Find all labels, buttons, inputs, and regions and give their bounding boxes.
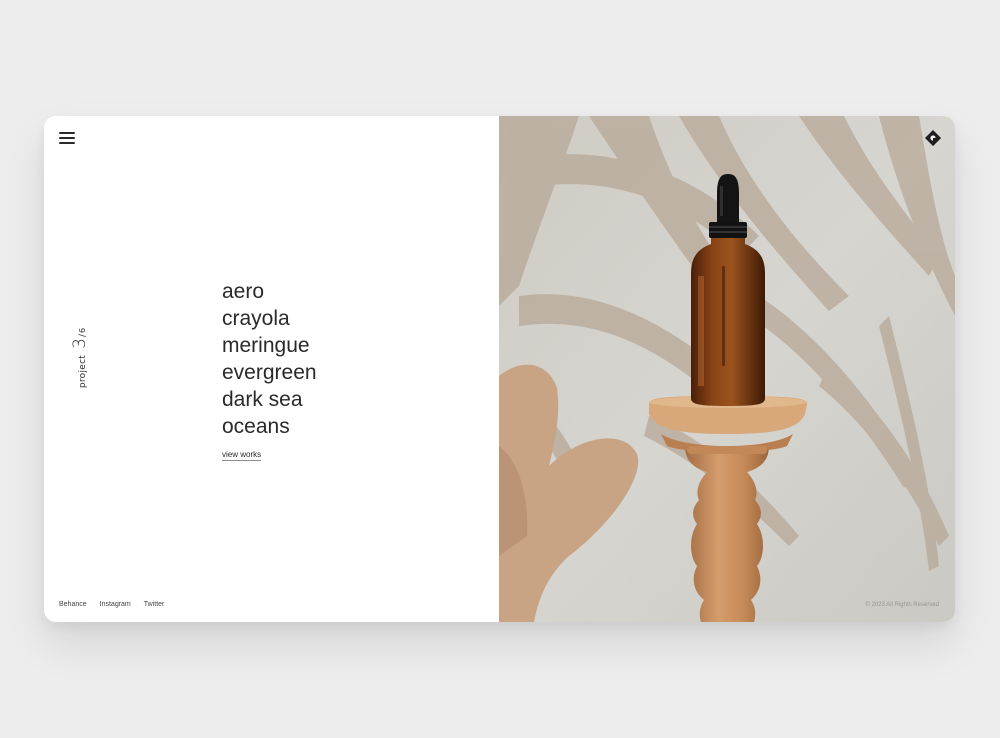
project-item-dark-sea[interactable]: dark sea <box>222 386 317 413</box>
left-panel: project 3/6 aero crayola meringue evergre… <box>44 116 499 622</box>
hero-image: © 2023 All Rights Reserved <box>499 116 955 622</box>
project-item-aero[interactable]: aero <box>222 278 317 305</box>
project-list: aero crayola meringue evergreen dark sea… <box>222 278 317 440</box>
menu-line <box>59 142 75 144</box>
project-item-meringue[interactable]: meringue <box>222 332 317 359</box>
view-works-link[interactable]: view works <box>222 450 262 461</box>
social-links: Behance Instagram Twitter <box>59 601 164 608</box>
project-item-oceans[interactable]: oceans <box>222 413 317 440</box>
menu-line <box>59 137 75 139</box>
project-item-evergreen[interactable]: evergreen <box>222 359 317 386</box>
hamburger-menu-icon[interactable] <box>59 132 75 144</box>
menu-line <box>59 132 75 134</box>
social-link-behance[interactable]: Behance <box>59 601 87 608</box>
counter-current: 3 <box>70 337 90 349</box>
social-link-instagram[interactable]: Instagram <box>100 601 131 608</box>
product-photo <box>499 116 955 622</box>
diamond-logo-icon[interactable] <box>925 130 941 146</box>
counter-label: project <box>78 354 88 389</box>
counter-separator: / <box>78 333 88 337</box>
counter-total: 6 <box>78 327 87 333</box>
social-link-twitter[interactable]: Twitter <box>144 601 165 608</box>
project-card: project 3/6 aero crayola meringue evergre… <box>44 116 955 622</box>
copyright-text: © 2023 All Rights Reserved <box>865 602 939 608</box>
project-item-crayola[interactable]: crayola <box>222 305 317 332</box>
project-counter: project 3/6 <box>70 328 90 388</box>
